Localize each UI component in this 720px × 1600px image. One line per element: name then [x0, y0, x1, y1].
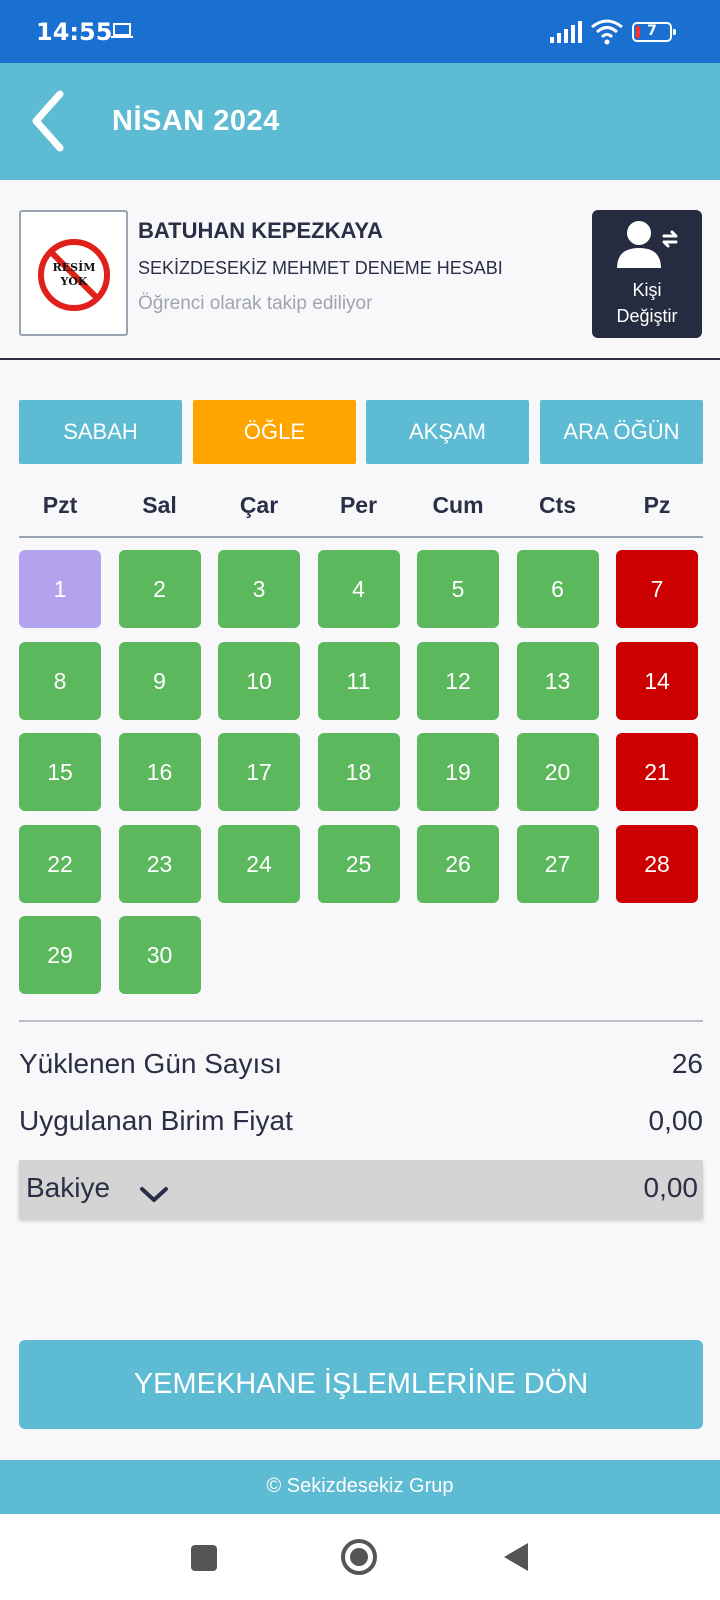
- calendar-day[interactable]: 29: [19, 916, 101, 994]
- calendar-day[interactable]: 7: [616, 550, 698, 628]
- divider: [19, 1020, 703, 1022]
- avatar-text-line1: RESİM: [53, 260, 96, 274]
- calendar-day[interactable]: 16: [118, 733, 201, 811]
- calendar-day[interactable]: 8: [19, 641, 101, 720]
- profile-name: BATUHAN KEPEZKAYA: [138, 218, 383, 243]
- system-nav-bar: [0, 1514, 720, 1600]
- unit-price-row: Uygulanan Birim Fiyat 0,00: [19, 1105, 703, 1145]
- weekday-label: Pz: [643, 492, 671, 518]
- calendar-day[interactable]: 18: [317, 733, 400, 811]
- calendar-day[interactable]: 1: [19, 550, 101, 628]
- weekday-label: Cts: [538, 492, 577, 518]
- weekday-label: Per: [339, 492, 378, 518]
- calendar-day[interactable]: 26: [417, 824, 499, 903]
- loaded-days-row: Yüklenen Gün Sayısı 26: [19, 1048, 703, 1088]
- weekday-label: Sal: [142, 492, 177, 518]
- calendar-day[interactable]: 24: [218, 824, 300, 903]
- tab-ogle[interactable]: ÖĞLE: [193, 400, 356, 464]
- calendar-day[interactable]: 15: [19, 733, 101, 811]
- loaded-days-value: 26: [671, 1048, 703, 1079]
- calendar-day[interactable]: 4: [317, 550, 400, 628]
- wifi-icon: [590, 18, 624, 51]
- square-icon: [191, 1545, 217, 1571]
- calendar-day[interactable]: 5: [417, 550, 499, 628]
- calendar-day[interactable]: 13: [516, 641, 599, 720]
- meal-tabs: SABAH ÖĞLE AKŞAM ARA ÖĞÜN: [19, 400, 703, 464]
- change-person-button[interactable]: Kişi Değiştir: [592, 210, 702, 338]
- tab-ara-ogun[interactable]: ARA ÖĞÜN: [540, 400, 703, 464]
- return-to-cafeteria-button[interactable]: YEMEKHANE İŞLEMLERİNE DÖN: [19, 1340, 703, 1429]
- avatar-text-line2: YOK: [60, 275, 88, 288]
- calendar-day[interactable]: 28: [616, 824, 698, 903]
- profile-organization: SEKİZDESEKİZ MEHMET DENEME HESABI: [138, 258, 503, 278]
- system-back-button[interactable]: [502, 1541, 530, 1578]
- unit-price-value: 0,00: [648, 1105, 704, 1136]
- loaded-days-label: Yüklenen Gün Sayısı: [19, 1048, 283, 1079]
- calendar-day[interactable]: 23: [118, 824, 201, 903]
- page-title: NİSAN 2024: [112, 105, 280, 137]
- weekday-label: Pzt: [42, 492, 78, 518]
- weekday-label: Cum: [432, 492, 484, 518]
- battery-level: 7: [647, 23, 657, 39]
- calendar-day[interactable]: 20: [516, 733, 599, 811]
- tab-sabah[interactable]: SABAH: [19, 400, 182, 464]
- calendar-grid: 1 2 3 4 5 6 7 8 9 10 11 12 13 14 15 16 17 18 19 20 21 22 23 24 2…: [19, 550, 703, 995]
- change-person-label: Kişi Değiştir: [616, 280, 678, 326]
- no-image-icon: RESİM YOK: [38, 239, 110, 311]
- chevron-left-icon: [32, 90, 64, 152]
- battery-icon: 7: [632, 22, 676, 42]
- calendar-day[interactable]: 10: [218, 641, 300, 720]
- calendar-day[interactable]: 27: [516, 824, 599, 903]
- weekday-header: Pzt Sal Çar Per Cum Cts Pz: [19, 480, 703, 538]
- laptop-icon: [111, 22, 133, 45]
- calendar-day[interactable]: 2: [118, 550, 201, 628]
- home-circle-icon: [341, 1539, 377, 1575]
- calendar-day[interactable]: 12: [417, 641, 499, 720]
- recent-apps-button[interactable]: [190, 1544, 218, 1577]
- calendar-day[interactable]: 21: [616, 733, 698, 811]
- footer-text: © Sekizdesekiz Grup: [266, 1475, 454, 1497]
- calendar-day[interactable]: 3: [218, 550, 300, 628]
- profile-status: Öğrenci olarak takip ediliyor: [138, 293, 373, 314]
- person-swap-icon: [617, 221, 678, 268]
- weekday-label: Çar: [239, 492, 279, 518]
- calendar-day[interactable]: 6: [516, 550, 599, 628]
- calendar-day[interactable]: 17: [218, 733, 300, 811]
- unit-price-label: Uygulanan Birim Fiyat: [19, 1105, 293, 1136]
- balance-value: 0,00: [643, 1172, 699, 1203]
- tab-aksam[interactable]: AKŞAM: [366, 400, 529, 464]
- app-header: NİSAN 2024: [0, 63, 720, 180]
- calendar-day[interactable]: 25: [317, 824, 400, 903]
- balance-toggle[interactable]: Bakiye 0,00: [19, 1160, 703, 1218]
- signal-icon: [550, 20, 582, 49]
- status-time: 14:55: [36, 18, 113, 46]
- calendar-day[interactable]: 22: [19, 824, 101, 903]
- back-button[interactable]: [24, 88, 84, 154]
- triangle-back-icon: [504, 1543, 528, 1571]
- calendar-day[interactable]: 11: [317, 641, 400, 720]
- calendar-day[interactable]: 19: [417, 733, 499, 811]
- calendar-day[interactable]: 30: [118, 916, 201, 994]
- home-button[interactable]: [340, 1538, 378, 1581]
- calendar-day[interactable]: 14: [616, 641, 698, 720]
- footer: © Sekizdesekiz Grup: [0, 1460, 720, 1514]
- profile-card: RESİM YOK BATUHAN KEPEZKAYA SEKİZDESEKİZ…: [0, 180, 720, 360]
- avatar: RESİM YOK: [19, 210, 128, 336]
- chevron-down-icon: [139, 1180, 169, 1212]
- status-bar: 14:55 7: [0, 0, 720, 63]
- calendar-day[interactable]: 9: [118, 641, 201, 720]
- balance-label: Bakiye: [26, 1172, 111, 1203]
